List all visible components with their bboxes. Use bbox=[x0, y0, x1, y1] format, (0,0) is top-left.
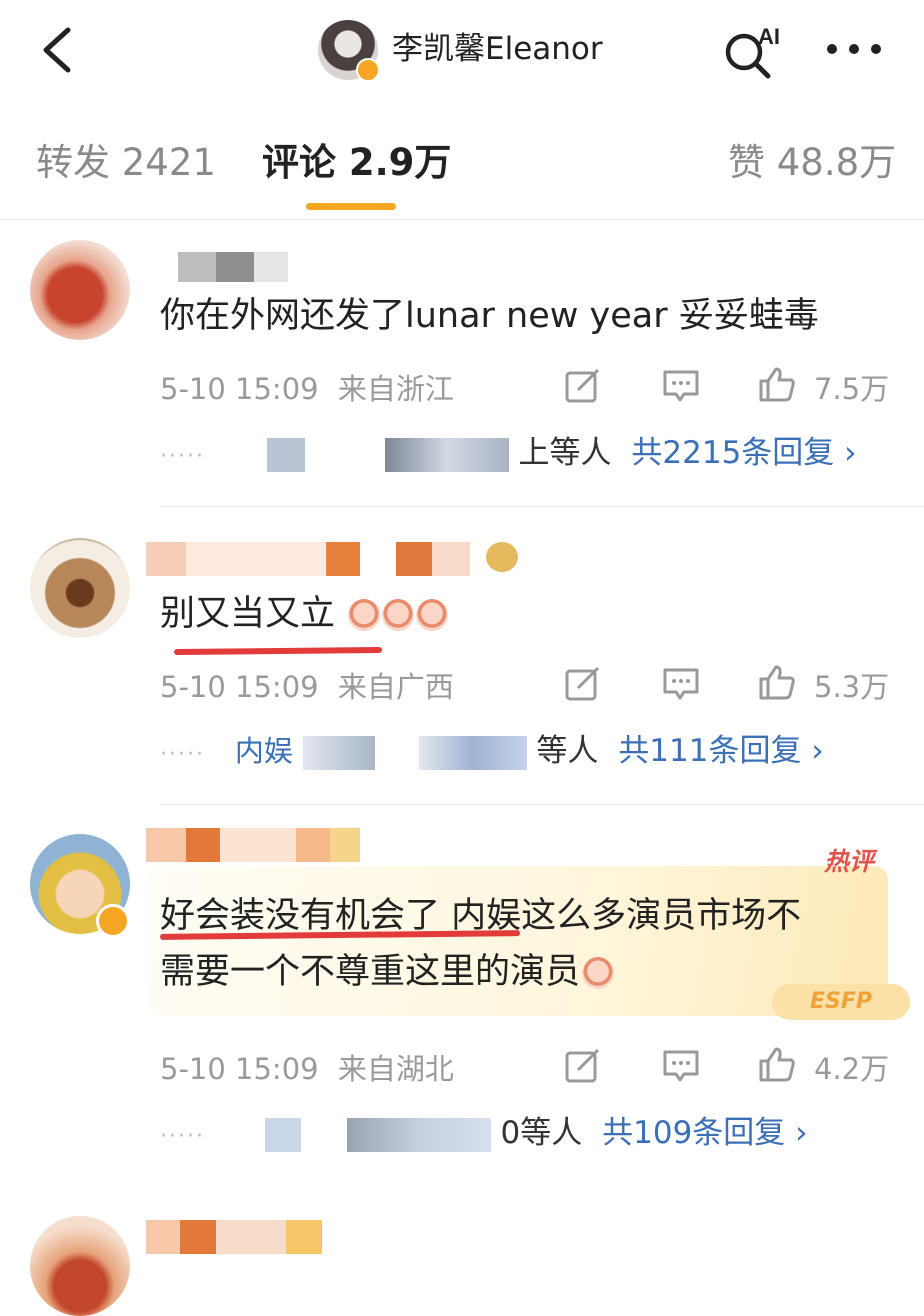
reply-by-text: 上等人 bbox=[518, 435, 612, 471]
ai-label: AI bbox=[758, 24, 780, 49]
blurred-name bbox=[302, 735, 375, 770]
author-name[interactable]: 李凯馨Eleanor bbox=[392, 29, 603, 69]
tabs-divider bbox=[0, 219, 924, 220]
like-icon[interactable] bbox=[758, 1046, 796, 1082]
like-icon[interactable] bbox=[758, 664, 796, 700]
red-underline-annotation bbox=[173, 646, 383, 656]
laughing-emoji-icon bbox=[348, 599, 381, 631]
reply-preview[interactable]: ····· 0等人 共109条回复 › bbox=[160, 1113, 880, 1157]
comment-icon[interactable] bbox=[662, 368, 700, 404]
repost-icon[interactable] bbox=[564, 368, 602, 404]
reply-dots: ····· bbox=[160, 444, 205, 469]
commenter-avatar[interactable] bbox=[30, 240, 130, 340]
comment-icon[interactable] bbox=[662, 1048, 700, 1084]
comment-divider bbox=[160, 804, 924, 805]
comment-icon[interactable] bbox=[662, 666, 700, 702]
like-icon[interactable] bbox=[758, 366, 796, 402]
reply-preview[interactable]: ····· 内娱 等人 共111条回复 › bbox=[160, 731, 880, 775]
comment-text-main: 需要一个不尊重这里的演员 bbox=[160, 952, 581, 992]
reply-count-link[interactable]: 共111条回复 bbox=[618, 733, 801, 769]
comment-time: 5-10 15:09 bbox=[160, 1052, 319, 1086]
commenter-avatar[interactable] bbox=[30, 538, 130, 638]
reply-count-link[interactable]: 共2215条回复 bbox=[631, 435, 834, 471]
commenter-avatar[interactable] bbox=[30, 1216, 130, 1316]
author-avatar[interactable] bbox=[318, 20, 380, 82]
blurred-name bbox=[384, 437, 509, 472]
laughing-emoji-icon bbox=[416, 599, 449, 631]
chevron-right-icon[interactable]: › bbox=[811, 733, 823, 769]
comment-text-line2: 需要一个不尊重这里的演员 bbox=[160, 944, 615, 1000]
comment-time: 5-10 15:09 bbox=[160, 670, 319, 704]
repost-icon[interactable] bbox=[564, 1048, 602, 1084]
more-options-icon[interactable] bbox=[822, 40, 886, 58]
back-arrow-icon[interactable] bbox=[34, 24, 84, 76]
comment-text: 别又当又立 bbox=[160, 586, 449, 642]
commenter-name-blurred[interactable] bbox=[146, 1220, 326, 1254]
reply-preview[interactable]: ····· 上等人 共2215条回复 › bbox=[160, 433, 860, 477]
chevron-right-icon[interactable]: › bbox=[844, 435, 856, 471]
laughing-emoji-icon bbox=[382, 599, 415, 631]
emoji-icon bbox=[582, 957, 615, 989]
comment-time: 5-10 15:09 bbox=[160, 372, 319, 406]
verified-badge-icon bbox=[356, 58, 380, 82]
like-count: 4.2万 bbox=[814, 1052, 890, 1086]
commenter-name-blurred[interactable] bbox=[178, 252, 288, 282]
ai-search-icon[interactable]: AI bbox=[722, 20, 788, 80]
tab-comments[interactable]: 评论 2.9万 bbox=[262, 140, 451, 186]
reply-by-text: 0等人 bbox=[500, 1115, 583, 1151]
reply-count-link[interactable]: 共109条回复 bbox=[602, 1115, 785, 1151]
tab-likes[interactable]: 赞 48.8万 bbox=[728, 140, 896, 186]
commenter-name-blurred[interactable] bbox=[146, 542, 518, 576]
reply-by-prefix: 内娱 bbox=[234, 734, 293, 768]
esfp-badge: ESFP bbox=[772, 984, 910, 1020]
tab-reposts[interactable]: 转发 2421 bbox=[36, 140, 216, 186]
comment-text-main: 别又当又立 bbox=[160, 594, 336, 634]
blurred-name bbox=[266, 437, 305, 472]
comment-location: 来自湖北 bbox=[337, 1052, 454, 1086]
hot-comment-tag: 热评 bbox=[824, 847, 875, 876]
crown-badge-icon bbox=[486, 542, 518, 572]
comment-location: 来自浙江 bbox=[337, 372, 454, 406]
blurred-name bbox=[418, 735, 527, 770]
comment-text: 你在外网还发了lunar new year 妥妥蛙毒 bbox=[160, 296, 819, 336]
like-count: 7.5万 bbox=[814, 372, 890, 406]
active-tab-indicator bbox=[306, 203, 396, 210]
chevron-right-icon[interactable]: › bbox=[795, 1115, 807, 1151]
like-count: 5.3万 bbox=[814, 670, 890, 704]
reply-dots: ····· bbox=[160, 1124, 205, 1149]
blurred-name bbox=[264, 1117, 301, 1152]
reply-dots: ····· bbox=[160, 742, 205, 767]
comment-meta: 5-10 15:09 来自浙江 bbox=[160, 371, 454, 407]
reply-by-text: 等人 bbox=[536, 733, 599, 769]
comment-meta: 5-10 15:09 来自湖北 bbox=[160, 1051, 454, 1087]
comment-meta: 5-10 15:09 来自广西 bbox=[160, 669, 454, 705]
verified-badge-icon bbox=[96, 904, 130, 938]
repost-icon[interactable] bbox=[564, 666, 602, 702]
blurred-name bbox=[346, 1117, 491, 1152]
commenter-name-blurred[interactable] bbox=[146, 828, 360, 862]
comment-divider bbox=[160, 506, 924, 507]
comment-location: 来自广西 bbox=[337, 670, 454, 704]
